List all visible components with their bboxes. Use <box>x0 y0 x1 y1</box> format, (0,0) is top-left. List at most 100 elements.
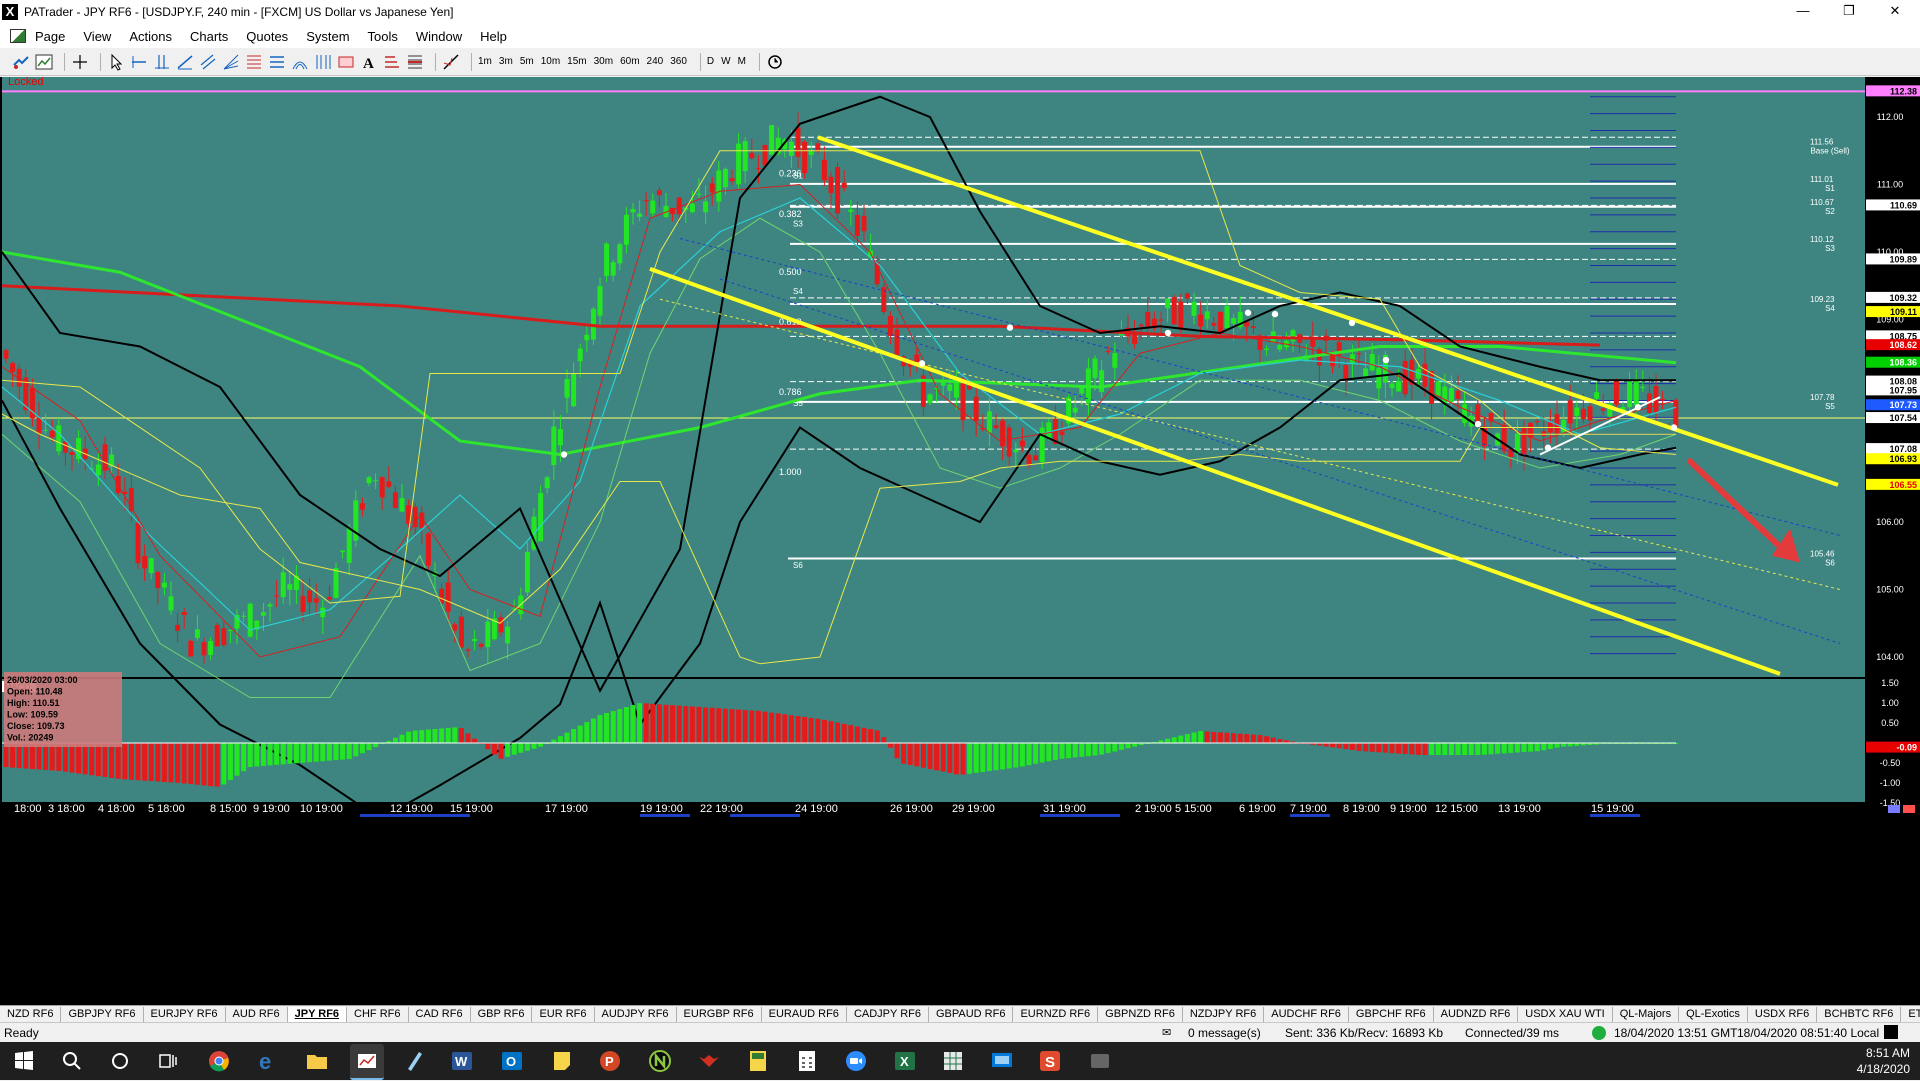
symbol-tab[interactable]: GBPJPY RF6 <box>61 1006 144 1022</box>
symbol-tab[interactable]: CADJPY RF6 <box>847 1006 929 1022</box>
symbol-tab[interactable]: GBPAUD RF6 <box>929 1006 1014 1022</box>
symbol-tab[interactable]: CHF RF6 <box>347 1006 409 1022</box>
tradingview-icon[interactable] <box>697 1049 721 1073</box>
fibonacci-extension-icon[interactable] <box>268 53 286 71</box>
menu-quotes[interactable]: Quotes <box>237 29 297 44</box>
time-zones-icon[interactable] <box>314 53 332 71</box>
timeframe-3m[interactable]: 3m <box>499 56 513 67</box>
menu-actions[interactable]: Actions <box>120 29 181 44</box>
period-monthly[interactable]: M <box>738 56 746 67</box>
channel-icon[interactable] <box>199 53 217 71</box>
macd-bar <box>247 743 253 767</box>
symbol-tab[interactable]: GBP RF6 <box>471 1006 533 1022</box>
symbol-tab[interactable]: NZD RF6 <box>0 1006 62 1022</box>
symbol-tab[interactable]: QL-Exotics <box>1679 1006 1748 1022</box>
snagit-icon[interactable]: S <box>1038 1049 1062 1073</box>
session-strip <box>730 814 800 817</box>
symbol-tab[interactable]: CAD RF6 <box>409 1006 471 1022</box>
pivot-icon[interactable] <box>406 53 424 71</box>
app-misc-icon[interactable] <box>1088 1049 1112 1073</box>
symbol-tab[interactable]: EURGBP RF6 <box>677 1006 762 1022</box>
period-weekly[interactable]: W <box>721 56 730 67</box>
candle <box>524 551 530 593</box>
symbol-tab[interactable]: BCHBTC RF6 <box>1817 1006 1902 1022</box>
menu-charts[interactable]: Charts <box>181 29 237 44</box>
crosshair-icon[interactable] <box>71 53 89 71</box>
symbol-tab[interactable]: USDX RF6 <box>1748 1006 1818 1022</box>
chart-area[interactable]: LockedMACDINDEX111.56Base (Sell)111.01S1… <box>0 63 1920 1005</box>
symbol-tab[interactable]: AUDCHF RF6 <box>1264 1006 1349 1022</box>
timeframe-360[interactable]: 360 <box>670 56 687 67</box>
clock-icon[interactable] <box>766 53 784 71</box>
trendline-icon[interactable] <box>176 53 194 71</box>
symbol-tab[interactable]: AUDJPY RF6 <box>595 1006 677 1022</box>
menu-tools[interactable]: Tools <box>359 29 407 44</box>
text-icon[interactable]: A <box>360 53 378 71</box>
menu-system[interactable]: System <box>297 29 358 44</box>
chrome-icon[interactable] <box>207 1049 231 1073</box>
horizontal-line-icon[interactable] <box>130 53 148 71</box>
sheets-icon[interactable] <box>941 1049 965 1073</box>
macd-bar <box>1033 743 1039 764</box>
start-icon[interactable] <box>12 1049 36 1073</box>
excel-icon[interactable]: X <box>893 1049 917 1073</box>
patrader-taskbar-button[interactable] <box>350 1044 384 1080</box>
timeframe-5m[interactable]: 5m <box>520 56 534 67</box>
symbol-tab[interactable]: AUD RF6 <box>226 1006 288 1022</box>
symbol-tab[interactable]: GBPCHF RF6 <box>1349 1006 1434 1022</box>
symbol-tab[interactable]: EURNZD RF6 <box>1013 1006 1099 1022</box>
powerpoint-icon[interactable]: P <box>598 1049 622 1073</box>
connect-icon[interactable] <box>12 53 30 71</box>
fibonacci-retracement-icon[interactable] <box>245 53 263 71</box>
fibonacci-fan-icon[interactable] <box>222 53 240 71</box>
price-chart[interactable]: LockedMACDINDEX111.56Base (Sell)111.01S1… <box>0 63 1920 1005</box>
timeframe-30m[interactable]: 30m <box>594 56 613 67</box>
symbol-tab[interactable]: AUDNZD RF6 <box>1434 1006 1519 1022</box>
levels-icon[interactable] <box>383 53 401 71</box>
word-icon[interactable]: W <box>450 1049 474 1073</box>
menu-view[interactable]: View <box>74 29 120 44</box>
vertical-line-icon[interactable] <box>153 53 171 71</box>
menu-page[interactable]: Page <box>26 29 74 44</box>
taskbar-clock[interactable]: 8:51 AM 4/18/2020 <box>1857 1045 1910 1077</box>
chart-window-icon[interactable] <box>35 53 53 71</box>
zoom-icon[interactable] <box>844 1049 868 1073</box>
minimize-button[interactable]: — <box>1780 0 1826 24</box>
gann-icon[interactable] <box>291 53 309 71</box>
timeframe-240[interactable]: 240 <box>647 56 664 67</box>
pointer-icon[interactable] <box>107 53 125 71</box>
timeframe-15m[interactable]: 15m <box>567 56 586 67</box>
menu-help[interactable]: Help <box>471 29 516 44</box>
search-icon[interactable] <box>60 1049 84 1073</box>
timeframe-10m[interactable]: 10m <box>541 56 560 67</box>
fib-label: 1.000 <box>779 467 802 477</box>
symbol-tab[interactable]: EURJPY RF6 <box>144 1006 226 1022</box>
task-view-icon[interactable] <box>156 1049 180 1073</box>
calculator-app-icon[interactable] <box>746 1049 770 1073</box>
cortana-icon[interactable] <box>108 1049 132 1073</box>
symbol-tab[interactable]: NZDJPY RF6 <box>1183 1006 1265 1022</box>
notepad-icon[interactable] <box>403 1049 427 1073</box>
rectangle-icon[interactable] <box>337 53 355 71</box>
symbol-tab[interactable]: USDX XAU WTI <box>1518 1006 1613 1022</box>
symbol-tab[interactable]: ETHUSD F <box>1901 1007 1920 1022</box>
app-n-icon[interactable] <box>648 1049 672 1073</box>
close-button[interactable]: ✕ <box>1872 0 1918 24</box>
edge-icon[interactable]: e <box>256 1049 280 1073</box>
remote-desktop-icon[interactable] <box>990 1049 1014 1073</box>
symbol-tab[interactable]: GBPNZD RF6 <box>1098 1006 1183 1022</box>
symbol-tab[interactable]: EURAUD RF6 <box>762 1006 847 1022</box>
file-explorer-icon[interactable] <box>305 1049 329 1073</box>
sticky-notes-icon[interactable] <box>550 1049 574 1073</box>
period-daily[interactable]: D <box>707 56 714 67</box>
outlook-icon[interactable]: O <box>500 1049 524 1073</box>
calculator-icon[interactable] <box>795 1049 819 1073</box>
symbol-tab[interactable]: EUR RF6 <box>532 1006 595 1022</box>
drawing-tools-icon[interactable] <box>442 53 460 71</box>
timeframe-60m[interactable]: 60m <box>620 56 639 67</box>
symbol-tab[interactable]: JPY RF6 <box>287 1006 348 1022</box>
menu-window[interactable]: Window <box>407 29 471 44</box>
timeframe-1m[interactable]: 1m <box>478 56 492 67</box>
restore-button[interactable]: ❐ <box>1826 0 1872 24</box>
symbol-tab[interactable]: QL-Majors <box>1613 1006 1680 1022</box>
